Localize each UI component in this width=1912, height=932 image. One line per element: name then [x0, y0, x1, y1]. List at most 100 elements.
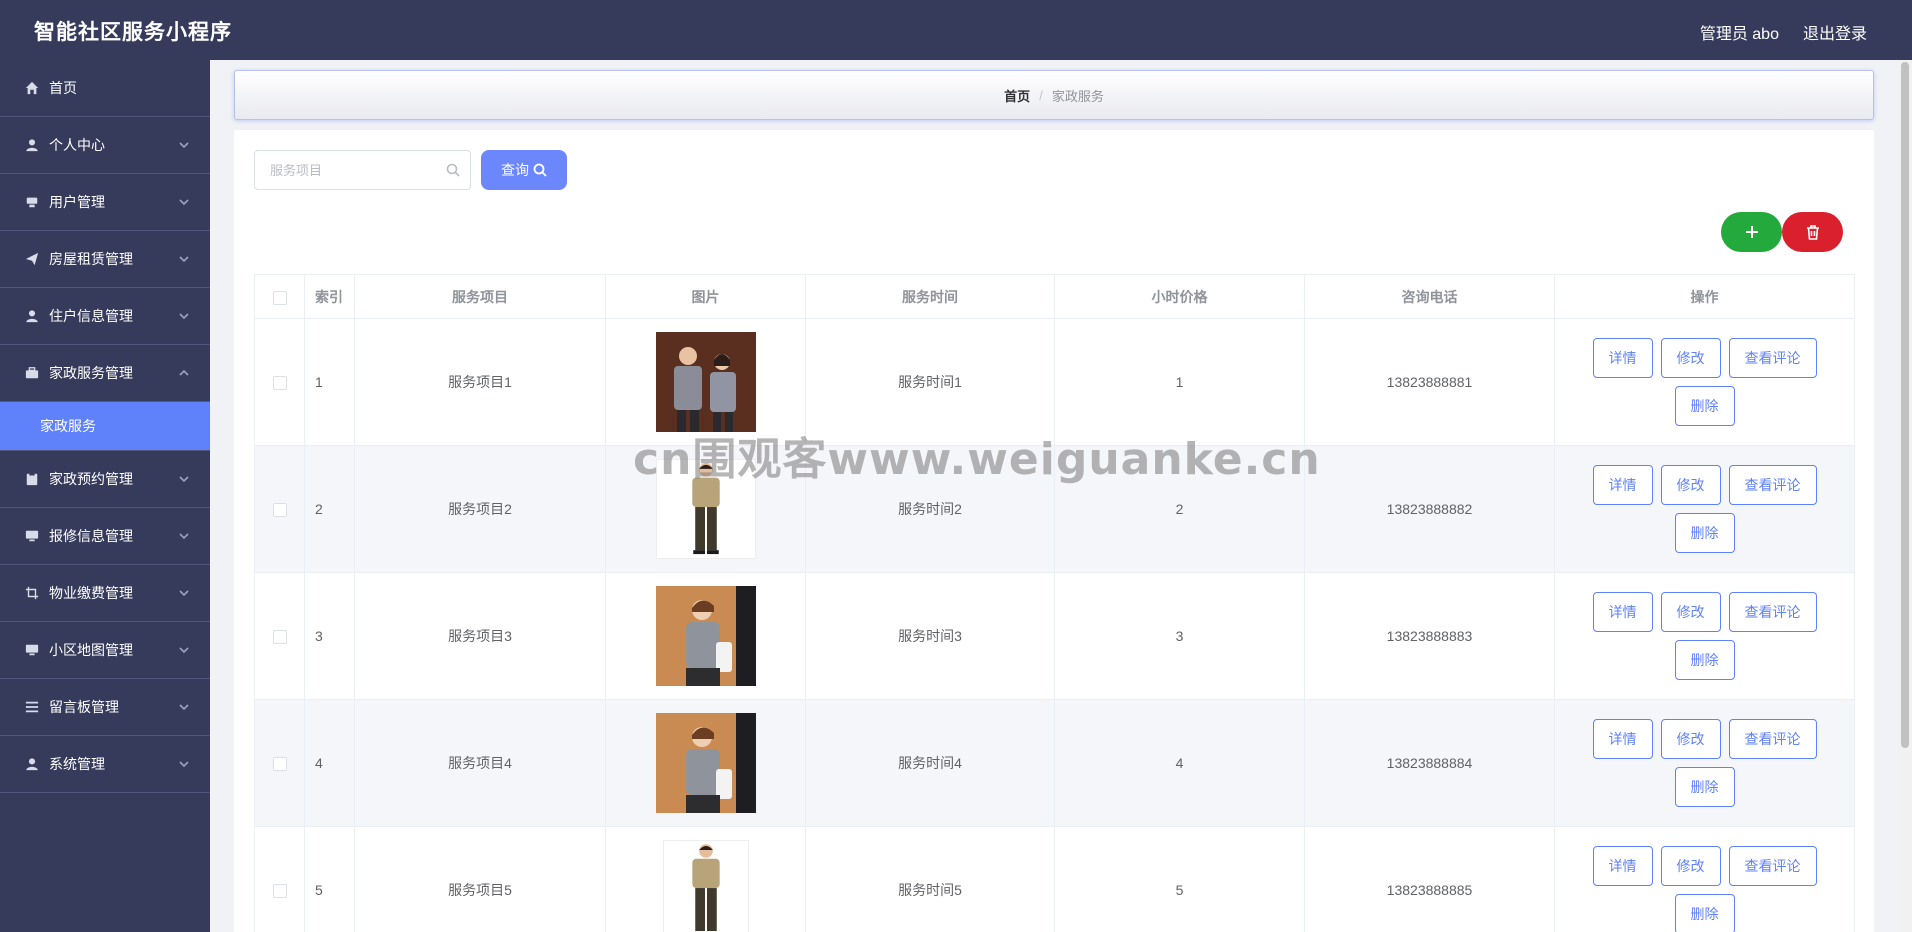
service-image: [655, 586, 756, 686]
service-time-cell: 服务时间5: [805, 826, 1055, 932]
batch-delete-button[interactable]: [1782, 212, 1843, 252]
image-cell: [605, 318, 806, 446]
detail-button[interactable]: 详情: [1592, 846, 1653, 886]
app-title: 智能社区服务小程序: [34, 21, 232, 44]
chevron-down-icon: [178, 643, 190, 655]
sidebar-item-property-fees[interactable]: 物业缴费管理: [0, 565, 210, 622]
delete-button[interactable]: 删除: [1674, 767, 1735, 807]
sidebar-item-housekeeping-management[interactable]: 家政服务管理: [0, 345, 210, 402]
scrollbar-thumb[interactable]: [1901, 62, 1909, 748]
chevron-down-icon: [178, 252, 190, 264]
search-input[interactable]: [255, 151, 435, 189]
table-row: 4 服务项目4 服务时间4 4 13823888884 详情 修改 查看评论 删…: [254, 699, 1855, 827]
row-checkbox[interactable]: [272, 757, 287, 772]
sidebar-item-house-rental[interactable]: 房屋租赁管理: [0, 231, 210, 288]
chevron-up-icon: [178, 366, 190, 378]
briefcase-icon: [24, 365, 40, 381]
sidebar-item-community-map[interactable]: 小区地图管理: [0, 622, 210, 679]
sidebar-item-label: 家政服务管理: [49, 365, 133, 381]
chevron-down-icon: [178, 586, 190, 598]
image-cell: [605, 445, 806, 573]
page-scrollbar[interactable]: [1898, 60, 1912, 932]
actions-cell: 详情 修改 查看评论 删除: [1554, 826, 1855, 932]
chevron-down-icon: [178, 529, 190, 541]
sidebar-item-system-management[interactable]: 系统管理: [0, 736, 210, 793]
table-row: 5 服务项目5 服务时间5 5 13823888885 详情 修改 查看评论 删…: [254, 826, 1855, 932]
detail-button[interactable]: 详情: [1592, 592, 1653, 632]
service-item-cell: 服务项目2: [354, 445, 606, 573]
phone-cell: 13823888881: [1304, 318, 1555, 446]
hourly-price-cell: 2: [1054, 445, 1305, 573]
service-image: [655, 459, 756, 559]
query-button-label: 查询: [501, 162, 529, 178]
column-header: 小时价格: [1054, 274, 1305, 319]
detail-button[interactable]: 详情: [1592, 719, 1653, 759]
delete-button[interactable]: 删除: [1674, 386, 1735, 426]
search-field[interactable]: [254, 150, 471, 190]
sidebar-item-label: 家政预约管理: [49, 471, 133, 487]
service-item-cell: 服务项目4: [354, 699, 606, 827]
user-icon: [24, 756, 40, 772]
row-checkbox[interactable]: [272, 884, 287, 899]
breadcrumb: 首页 / 家政服务: [234, 70, 1874, 120]
sidebar-item-label: 住户信息管理: [49, 308, 133, 324]
actions-cell: 详情 修改 查看评论 删除: [1554, 699, 1855, 827]
edit-button[interactable]: 修改: [1660, 465, 1721, 505]
edit-button[interactable]: 修改: [1660, 338, 1721, 378]
sidebar-item-repair-info[interactable]: 报修信息管理: [0, 508, 210, 565]
clipboard-icon: [24, 471, 40, 487]
chevron-down-icon: [178, 309, 190, 321]
admin-user-label[interactable]: 管理员 abo: [1700, 20, 1779, 44]
sidebar-item-label: 物业缴费管理: [49, 585, 133, 601]
sidebar-item-message-board[interactable]: 留言板管理: [0, 679, 210, 736]
breadcrumb-home[interactable]: 首页: [1004, 86, 1030, 105]
row-checkbox[interactable]: [272, 630, 287, 645]
sidebar-item-label: 用户管理: [49, 194, 105, 210]
sidebar-item-booking-management[interactable]: 家政预约管理: [0, 451, 210, 508]
edit-button[interactable]: 修改: [1660, 592, 1721, 632]
sidebar: 首页 个人中心 用户管理 房屋租赁管理 住户信息管理 家政服务管理 家政服务 家…: [0, 60, 210, 932]
row-select-cell: [254, 445, 305, 573]
delete-button[interactable]: 删除: [1674, 640, 1735, 680]
view-comments-button[interactable]: 查看评论: [1728, 719, 1817, 759]
delete-button[interactable]: 删除: [1674, 513, 1735, 553]
query-button[interactable]: 查询: [481, 150, 567, 190]
select-all-checkbox[interactable]: [272, 290, 287, 305]
edit-button[interactable]: 修改: [1660, 719, 1721, 759]
sidebar-item-user-management[interactable]: 用户管理: [0, 174, 210, 231]
detail-button[interactable]: 详情: [1592, 338, 1653, 378]
hourly-price-cell: 1: [1054, 318, 1305, 446]
view-comments-button[interactable]: 查看评论: [1728, 465, 1817, 505]
add-button[interactable]: [1721, 212, 1782, 252]
hourly-price-cell: 5: [1054, 826, 1305, 932]
view-comments-button[interactable]: 查看评论: [1728, 338, 1817, 378]
index-cell: 3: [304, 572, 355, 700]
table-row: 2 服务项目2 服务时间2 2 13823888882 详情 修改 查看评论 删…: [254, 445, 1855, 573]
home-icon: [24, 80, 40, 96]
sidebar-item-home[interactable]: 首页: [0, 60, 210, 117]
row-checkbox[interactable]: [272, 503, 287, 518]
logout-link[interactable]: 退出登录: [1803, 20, 1867, 44]
delete-button[interactable]: 删除: [1674, 894, 1735, 932]
hourly-price-cell: 3: [1054, 572, 1305, 700]
service-image: [655, 332, 756, 432]
send-icon: [24, 251, 40, 267]
chevron-down-icon: [178, 195, 190, 207]
index-cell: 2: [304, 445, 355, 573]
image-cell: [605, 572, 806, 700]
sidebar-item-personal-center[interactable]: 个人中心: [0, 117, 210, 174]
sidebar-subitem-housekeeping-service[interactable]: 家政服务: [0, 402, 210, 451]
row-checkbox[interactable]: [272, 376, 287, 391]
service-image: [662, 840, 749, 932]
table-row: 3 服务项目3 服务时间3 3 13823888883 详情 修改 查看评论 删…: [254, 572, 1855, 700]
sidebar-item-resident-info[interactable]: 住户信息管理: [0, 288, 210, 345]
detail-button[interactable]: 详情: [1592, 465, 1653, 505]
view-comments-button[interactable]: 查看评论: [1728, 846, 1817, 886]
breadcrumb-separator: /: [1039, 87, 1043, 103]
view-comments-button[interactable]: 查看评论: [1728, 592, 1817, 632]
sidebar-item-label: 房屋租赁管理: [49, 251, 133, 267]
list-icon: [24, 699, 40, 715]
hourly-price-cell: 4: [1054, 699, 1305, 827]
service-table: 索引 服务项目 图片 服务时间 小时价格 咨询电话 操作 1 服务项目1 服务时…: [254, 274, 1855, 932]
edit-button[interactable]: 修改: [1660, 846, 1721, 886]
